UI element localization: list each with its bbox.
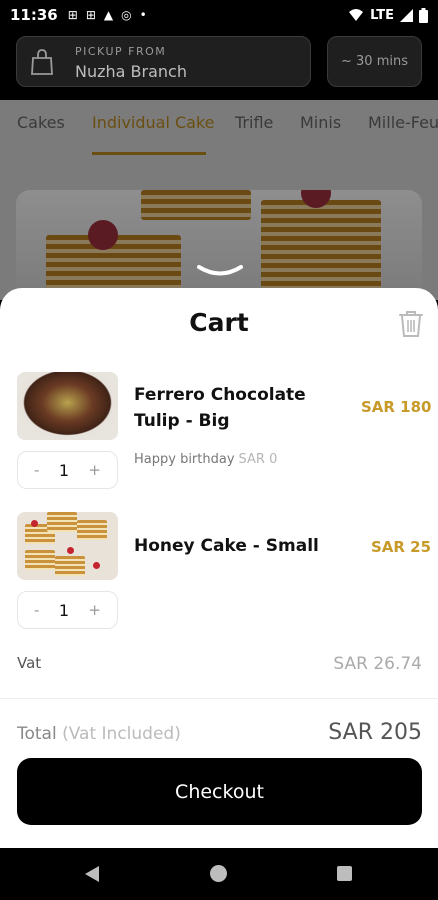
item-note: Happy birthday SAR 0 bbox=[134, 452, 277, 467]
cart-sheet: Cart Ferrero Chocolate Tulip - Big SAR 1… bbox=[0, 288, 438, 848]
quantity-stepper: - 1 + bbox=[17, 591, 118, 629]
shopping-bag-icon bbox=[31, 49, 53, 75]
tab-trifle[interactable]: Trifle bbox=[235, 113, 273, 132]
pickup-label: PICKUP FROM bbox=[75, 45, 167, 58]
decrement-button[interactable]: - bbox=[34, 461, 39, 479]
notification-icon: ⊞ bbox=[85, 8, 96, 22]
vat-value: SAR 26.74 bbox=[333, 654, 422, 674]
pickup-selector[interactable]: PICKUP FROM Nuzha Branch bbox=[16, 36, 311, 87]
wifi-icon bbox=[349, 9, 364, 21]
mini-berry bbox=[31, 520, 38, 527]
network-type: LTE bbox=[370, 7, 394, 23]
item-name-line: Ferrero Chocolate bbox=[134, 385, 306, 405]
cart-title: Cart bbox=[189, 308, 249, 337]
status-time: 11:36 bbox=[10, 6, 58, 24]
status-bar: 11:36 ⊞ ⊞ ▲ ◎ • LTE bbox=[0, 0, 438, 30]
sync-icon: ◎ bbox=[121, 8, 132, 22]
item-price: SAR 180 bbox=[361, 398, 432, 416]
item-thumbnail bbox=[17, 372, 118, 440]
chevron-down-icon[interactable] bbox=[197, 264, 243, 280]
tab-mille-feuille[interactable]: Mille-Feuil bbox=[368, 113, 438, 132]
trash-icon[interactable] bbox=[398, 310, 424, 338]
dot-icon: • bbox=[139, 8, 147, 22]
quantity-stepper: - 1 + bbox=[17, 451, 118, 489]
increment-button[interactable]: + bbox=[88, 601, 101, 619]
vat-label: Vat bbox=[17, 654, 42, 672]
mini-berry bbox=[93, 562, 100, 569]
item-price: SAR 25 bbox=[371, 538, 432, 556]
total-row: Total (Vat Included) SAR 205 bbox=[17, 720, 422, 745]
notification-icon: ⊞ bbox=[67, 8, 78, 22]
item-name: Ferrero Chocolate Tulip - Big bbox=[134, 382, 306, 434]
navigation-bar bbox=[0, 848, 438, 900]
note-text: Happy birthday bbox=[134, 452, 235, 467]
branch-name: Nuzha Branch bbox=[75, 62, 187, 81]
mini-cake bbox=[25, 550, 55, 570]
battery-icon bbox=[419, 7, 428, 23]
tab-minis[interactable]: Minis bbox=[300, 113, 341, 132]
tab-cakes[interactable]: Cakes bbox=[17, 113, 65, 132]
home-icon[interactable] bbox=[210, 865, 227, 882]
tab-individual-cake[interactable]: Individual Cake bbox=[92, 113, 215, 132]
total-label-sub: (Vat Included) bbox=[62, 724, 181, 744]
header: PICKUP FROM Nuzha Branch ~ 30 mins bbox=[0, 30, 438, 100]
total-label: Total (Vat Included) bbox=[17, 724, 181, 744]
drive-icon: ▲ bbox=[103, 8, 114, 22]
mini-cake bbox=[77, 520, 107, 540]
decrement-button[interactable]: - bbox=[34, 601, 39, 619]
vat-row: Vat SAR 26.74 bbox=[17, 654, 422, 674]
cake-slice bbox=[141, 190, 251, 220]
item-thumbnail bbox=[17, 512, 118, 580]
raspberry bbox=[88, 220, 118, 250]
note-price: SAR 0 bbox=[238, 452, 278, 467]
recent-apps-icon[interactable] bbox=[337, 866, 352, 881]
mini-berry bbox=[67, 547, 74, 554]
quantity-value: 1 bbox=[58, 460, 70, 480]
notification-icons: ⊞ ⊞ ▲ ◎ • bbox=[68, 8, 147, 22]
mini-cake bbox=[55, 556, 85, 576]
system-icons: LTE bbox=[348, 7, 428, 23]
signal-icon bbox=[400, 8, 413, 22]
checkout-button[interactable]: Checkout bbox=[17, 758, 422, 825]
item-name-line: Tulip - Big bbox=[134, 411, 230, 431]
divider bbox=[0, 698, 438, 699]
total-label-text: Total bbox=[17, 724, 57, 744]
category-tabs: Cakes Individual Cake Trifle Minis Mille… bbox=[0, 100, 438, 155]
mini-cake bbox=[47, 512, 77, 532]
total-value: SAR 205 bbox=[328, 720, 422, 745]
eta-badge[interactable]: ~ 30 mins bbox=[327, 36, 422, 87]
quantity-value: 1 bbox=[58, 600, 70, 620]
cake-slice bbox=[261, 200, 381, 290]
increment-button[interactable]: + bbox=[88, 461, 101, 479]
item-name: Honey Cake - Small bbox=[134, 536, 319, 556]
back-icon[interactable] bbox=[84, 865, 100, 883]
active-tab-indicator bbox=[92, 152, 206, 155]
